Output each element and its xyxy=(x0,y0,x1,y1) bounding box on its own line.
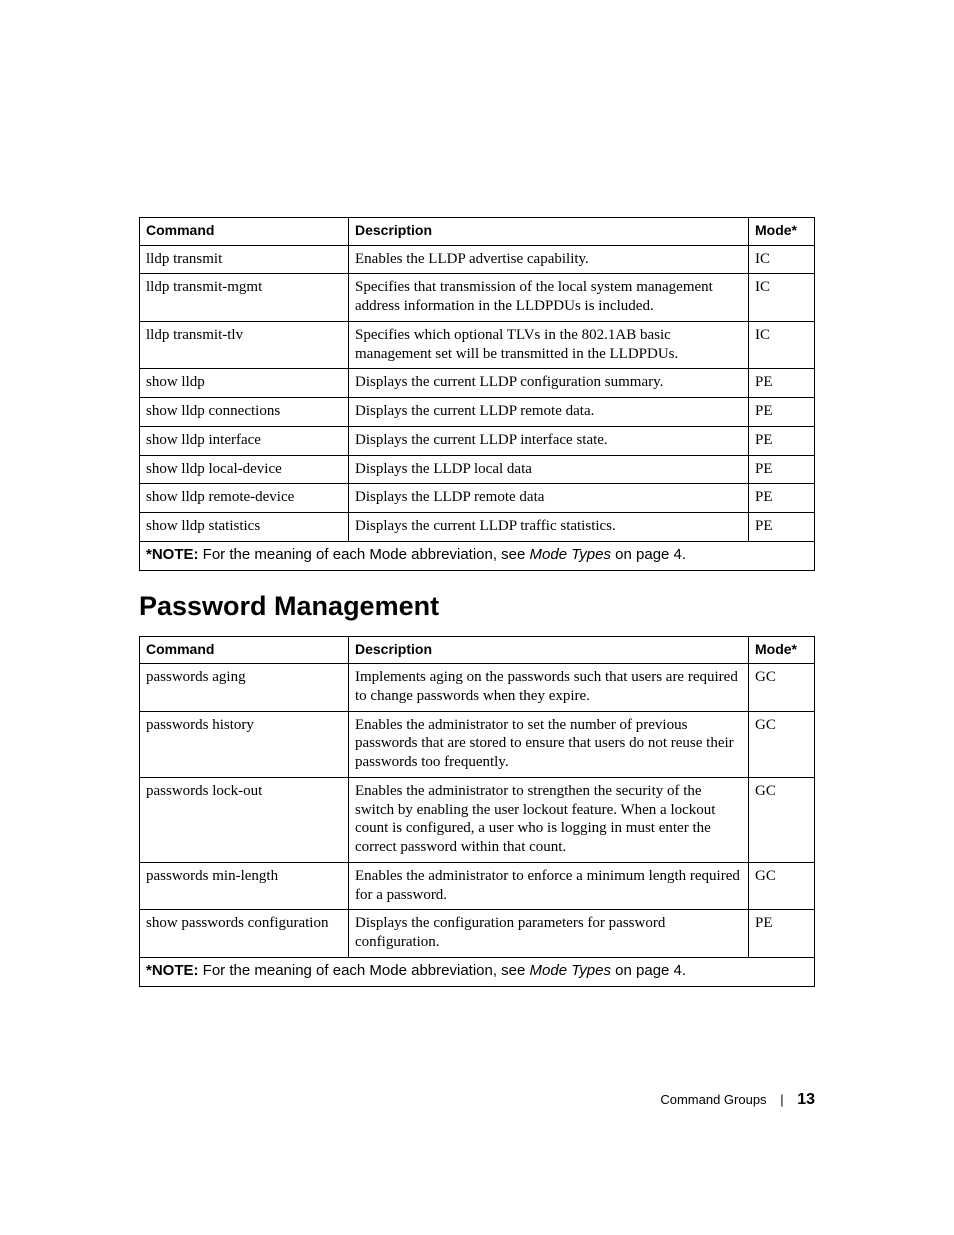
cell-description: Specifies that transmission of the local… xyxy=(349,274,749,322)
cell-mode: GC xyxy=(749,664,815,712)
table-row: show lldpDisplays the current LLDP confi… xyxy=(140,369,815,398)
table-row: show passwords configurationDisplays the… xyxy=(140,910,815,958)
cell-description: Displays the LLDP local data xyxy=(349,455,749,484)
table-row: show lldp local-deviceDisplays the LLDP … xyxy=(140,455,815,484)
page-footer: Command Groups | 13 xyxy=(660,1091,815,1109)
cell-mode: PE xyxy=(749,910,815,958)
cell-description: Displays the current LLDP traffic statis… xyxy=(349,513,749,542)
cell-command: show passwords configuration xyxy=(140,910,349,958)
cell-command: passwords lock-out xyxy=(140,777,349,862)
footer-page-number: 13 xyxy=(797,1091,815,1108)
note-link[interactable]: Mode Types xyxy=(530,962,611,979)
section-heading-password-management: Password Management xyxy=(139,591,815,622)
cell-mode: IC xyxy=(749,321,815,369)
table-note: *NOTE: For the meaning of each Mode abbr… xyxy=(140,957,815,986)
table-row: show lldp connectionsDisplays the curren… xyxy=(140,398,815,427)
cell-command: passwords aging xyxy=(140,664,349,712)
header-mode: Mode* xyxy=(749,218,815,246)
lldp-commands-table: Command Description Mode* lldp transmitE… xyxy=(139,217,815,571)
table1-body: lldp transmitEnables the LLDP advertise … xyxy=(140,245,815,541)
table-note: *NOTE: For the meaning of each Mode abbr… xyxy=(140,541,815,570)
cell-description: Implements aging on the passwords such t… xyxy=(349,664,749,712)
table-row: lldp transmit-tlvSpecifies which optiona… xyxy=(140,321,815,369)
cell-command: show lldp connections xyxy=(140,398,349,427)
note-text-before: For the meaning of each Mode abbreviatio… xyxy=(199,546,530,563)
header-description: Description xyxy=(349,636,749,664)
cell-description: Specifies which optional TLVs in the 802… xyxy=(349,321,749,369)
note-link[interactable]: Mode Types xyxy=(530,546,611,563)
cell-command: show lldp xyxy=(140,369,349,398)
note-prefix: *NOTE: xyxy=(146,546,199,563)
table2-body: passwords agingImplements aging on the p… xyxy=(140,664,815,958)
table-row: lldp transmitEnables the LLDP advertise … xyxy=(140,245,815,274)
table-note-row: *NOTE: For the meaning of each Mode abbr… xyxy=(140,957,815,986)
table-row: show lldp remote-deviceDisplays the LLDP… xyxy=(140,484,815,513)
table-row: lldp transmit-mgmtSpecifies that transmi… xyxy=(140,274,815,322)
cell-command: lldp transmit xyxy=(140,245,349,274)
table-row: passwords lock-outEnables the administra… xyxy=(140,777,815,862)
cell-mode: GC xyxy=(749,777,815,862)
cell-command: passwords min-length xyxy=(140,862,349,910)
note-text-before: For the meaning of each Mode abbreviatio… xyxy=(199,962,530,979)
cell-mode: IC xyxy=(749,245,815,274)
cell-description: Enables the administrator to set the num… xyxy=(349,711,749,777)
cell-mode: PE xyxy=(749,455,815,484)
page-content: Command Description Mode* lldp transmitE… xyxy=(139,217,815,987)
cell-description: Displays the current LLDP configuration … xyxy=(349,369,749,398)
cell-command: show lldp interface xyxy=(140,426,349,455)
cell-description: Displays the current LLDP remote data. xyxy=(349,398,749,427)
cell-mode: GC xyxy=(749,711,815,777)
cell-description: Displays the LLDP remote data xyxy=(349,484,749,513)
cell-mode: GC xyxy=(749,862,815,910)
table-row: passwords min-lengthEnables the administ… xyxy=(140,862,815,910)
table-row: show lldp statisticsDisplays the current… xyxy=(140,513,815,542)
cell-description: Enables the LLDP advertise capability. xyxy=(349,245,749,274)
cell-command: show lldp local-device xyxy=(140,455,349,484)
cell-description: Enables the administrator to enforce a m… xyxy=(349,862,749,910)
cell-command: passwords history xyxy=(140,711,349,777)
cell-mode: PE xyxy=(749,426,815,455)
cell-mode: PE xyxy=(749,398,815,427)
note-text-after: on page 4. xyxy=(611,962,686,979)
cell-command: show lldp remote-device xyxy=(140,484,349,513)
cell-command: show lldp statistics xyxy=(140,513,349,542)
cell-mode: PE xyxy=(749,513,815,542)
header-command: Command xyxy=(140,636,349,664)
cell-mode: PE xyxy=(749,484,815,513)
password-management-table: Command Description Mode* passwords agin… xyxy=(139,636,815,987)
cell-description: Enables the administrator to strengthen … xyxy=(349,777,749,862)
table-header-row: Command Description Mode* xyxy=(140,218,815,246)
header-description: Description xyxy=(349,218,749,246)
note-text-after: on page 4. xyxy=(611,546,686,563)
table-header-row: Command Description Mode* xyxy=(140,636,815,664)
cell-command: lldp transmit-tlv xyxy=(140,321,349,369)
footer-separator: | xyxy=(780,1092,783,1107)
cell-mode: PE xyxy=(749,369,815,398)
table-note-row: *NOTE: For the meaning of each Mode abbr… xyxy=(140,541,815,570)
cell-description: Displays the configuration parameters fo… xyxy=(349,910,749,958)
table-row: show lldp interfaceDisplays the current … xyxy=(140,426,815,455)
cell-description: Displays the current LLDP interface stat… xyxy=(349,426,749,455)
cell-mode: IC xyxy=(749,274,815,322)
table-row: passwords historyEnables the administrat… xyxy=(140,711,815,777)
header-mode: Mode* xyxy=(749,636,815,664)
cell-command: lldp transmit-mgmt xyxy=(140,274,349,322)
note-prefix: *NOTE: xyxy=(146,962,199,979)
header-command: Command xyxy=(140,218,349,246)
footer-label: Command Groups xyxy=(660,1092,766,1107)
table-row: passwords agingImplements aging on the p… xyxy=(140,664,815,712)
